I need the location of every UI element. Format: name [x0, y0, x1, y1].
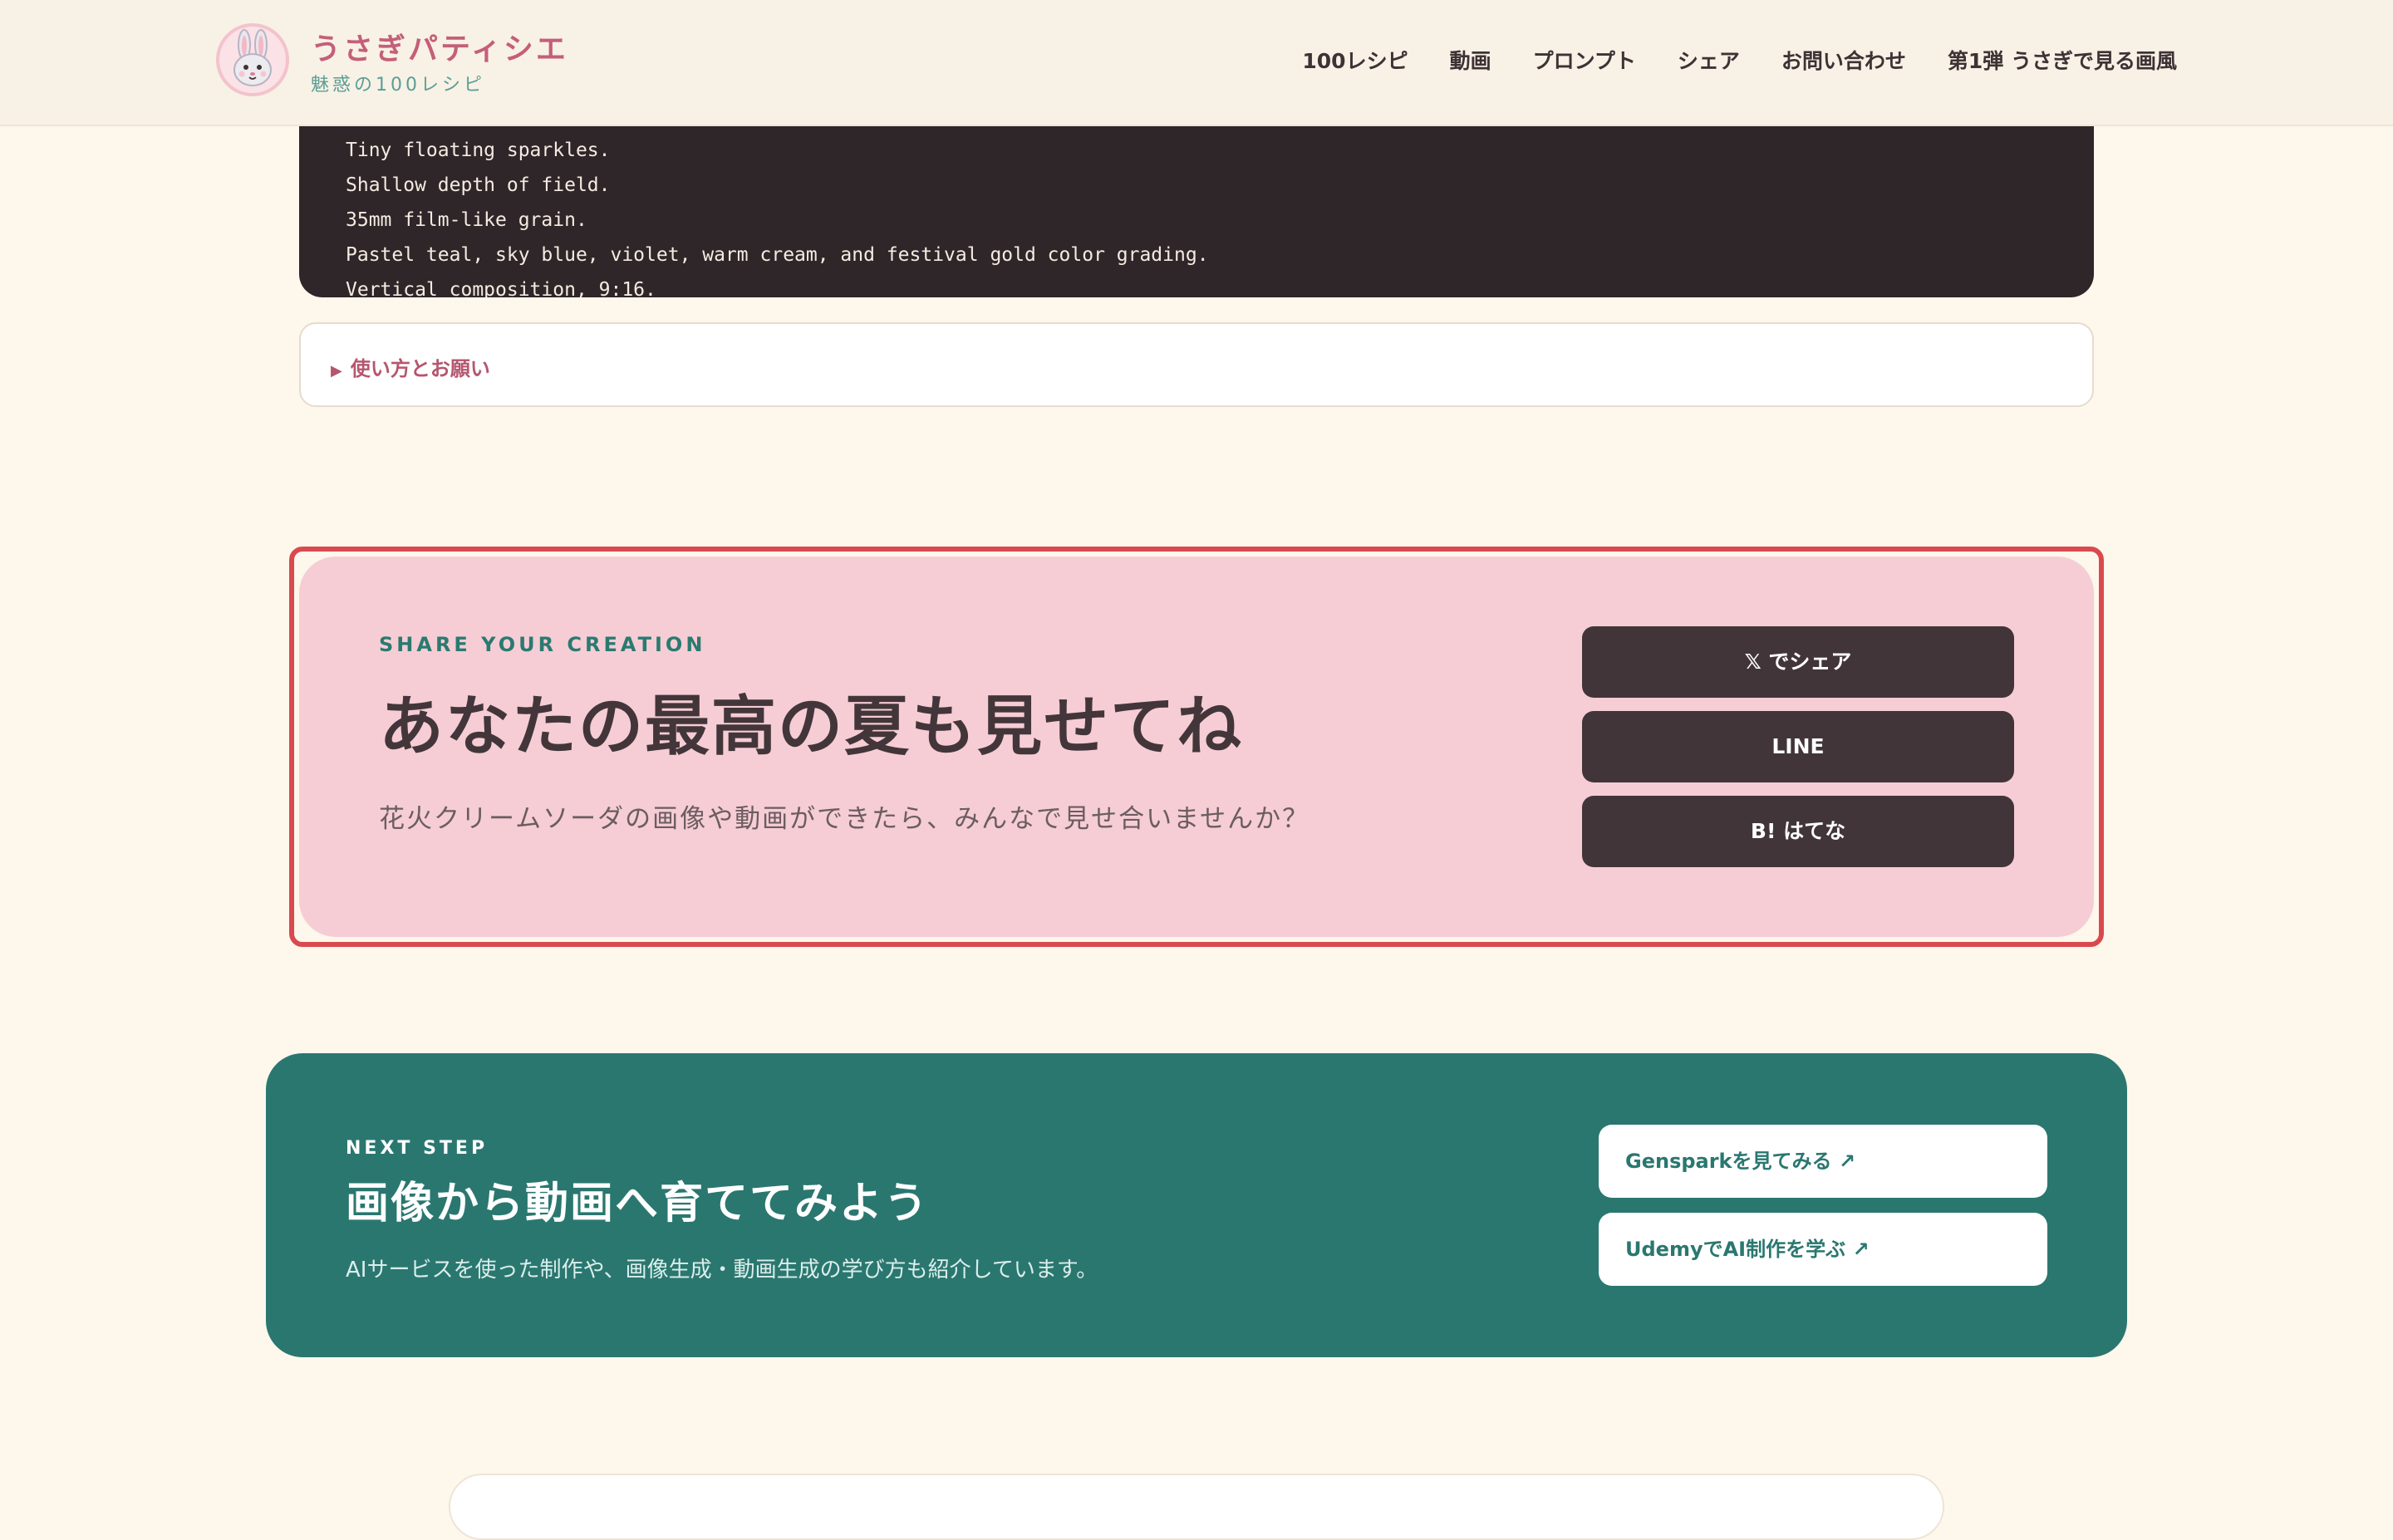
next-step-section: NEXT STEP 画像から動画へ育ててみよう AIサービスを使った制作や、画像… [266, 1053, 2127, 1357]
share-eyebrow: SHARE YOUR CREATION [379, 633, 706, 656]
next-step-eyebrow: NEXT STEP [346, 1138, 489, 1159]
rabbit-logo-icon[interactable] [216, 23, 289, 96]
usage-notes-label: 使い方とお願い [350, 357, 490, 380]
next-card-peek [449, 1474, 1944, 1540]
genspark-link-button[interactable]: Gensparkを見てみる ↗ [1599, 1125, 2047, 1198]
site-header: うさぎパティシエ 魅惑の100レシピ 100レシピ 動画 プロンプト シェア お… [0, 0, 2393, 126]
next-step-description: AIサービスを使った制作や、画像生成・動画生成の学び方も紹介しています。 [346, 1258, 1098, 1283]
share-x-button[interactable]: 𝕏 でシェア [1582, 626, 2014, 698]
udemy-link-button[interactable]: UdemyでAI制作を学ぶ ↗ [1599, 1213, 2047, 1286]
nav-item-prompts[interactable]: プロンプト [1533, 45, 1636, 75]
brand-subtitle: 魅惑の100レシピ [311, 75, 485, 96]
main-nav: 100レシピ 動画 プロンプト シェア お問い合わせ 第1弾 うさぎで見る画風 [1302, 45, 2177, 75]
code-line: Shallow depth of field. [346, 174, 611, 196]
nav-item-share[interactable]: シェア [1678, 45, 1740, 75]
code-line: Tiny floating sparkles. [346, 140, 611, 161]
triangle-right-icon: ▶ [331, 362, 342, 380]
share-hatena-button[interactable]: B! はてな [1582, 796, 2014, 867]
code-line: Vertical composition, 9:16. [346, 279, 656, 297]
prompt-code-block[interactable]: Tiny floating sparkles. Shallow depth of… [299, 125, 2094, 297]
rabbit-face-icon [233, 29, 272, 86]
usage-notes-toggle[interactable]: ▶ 使い方とお願い [331, 352, 490, 381]
nav-item-contact[interactable]: お問い合わせ [1781, 45, 1906, 75]
nav-item-first-series[interactable]: 第1弾 うさぎで見る画風 [1948, 45, 2177, 75]
share-section: SHARE YOUR CREATION あなたの最高の夏も見せてね 花火クリーム… [299, 557, 2094, 937]
share-heading: あなたの最高の夏も見せてね [379, 689, 1244, 764]
nav-item-videos[interactable]: 動画 [1450, 45, 1491, 75]
usage-notes-details[interactable]: ▶ 使い方とお願い [299, 322, 2094, 407]
share-description: 花火クリームソーダの画像や動画ができたら、みんなで見せ合いませんか？ [379, 804, 1310, 834]
nav-item-recipes[interactable]: 100レシピ [1302, 45, 1408, 75]
next-step-heading: 画像から動画へ育ててみよう [346, 1179, 930, 1229]
code-line: 35mm film-like grain. [346, 209, 587, 231]
code-line: Pastel teal, sky blue, violet, warm crea… [346, 244, 1209, 266]
brand-title[interactable]: うさぎパティシエ [311, 25, 568, 68]
share-line-button[interactable]: LINE [1582, 711, 2014, 782]
